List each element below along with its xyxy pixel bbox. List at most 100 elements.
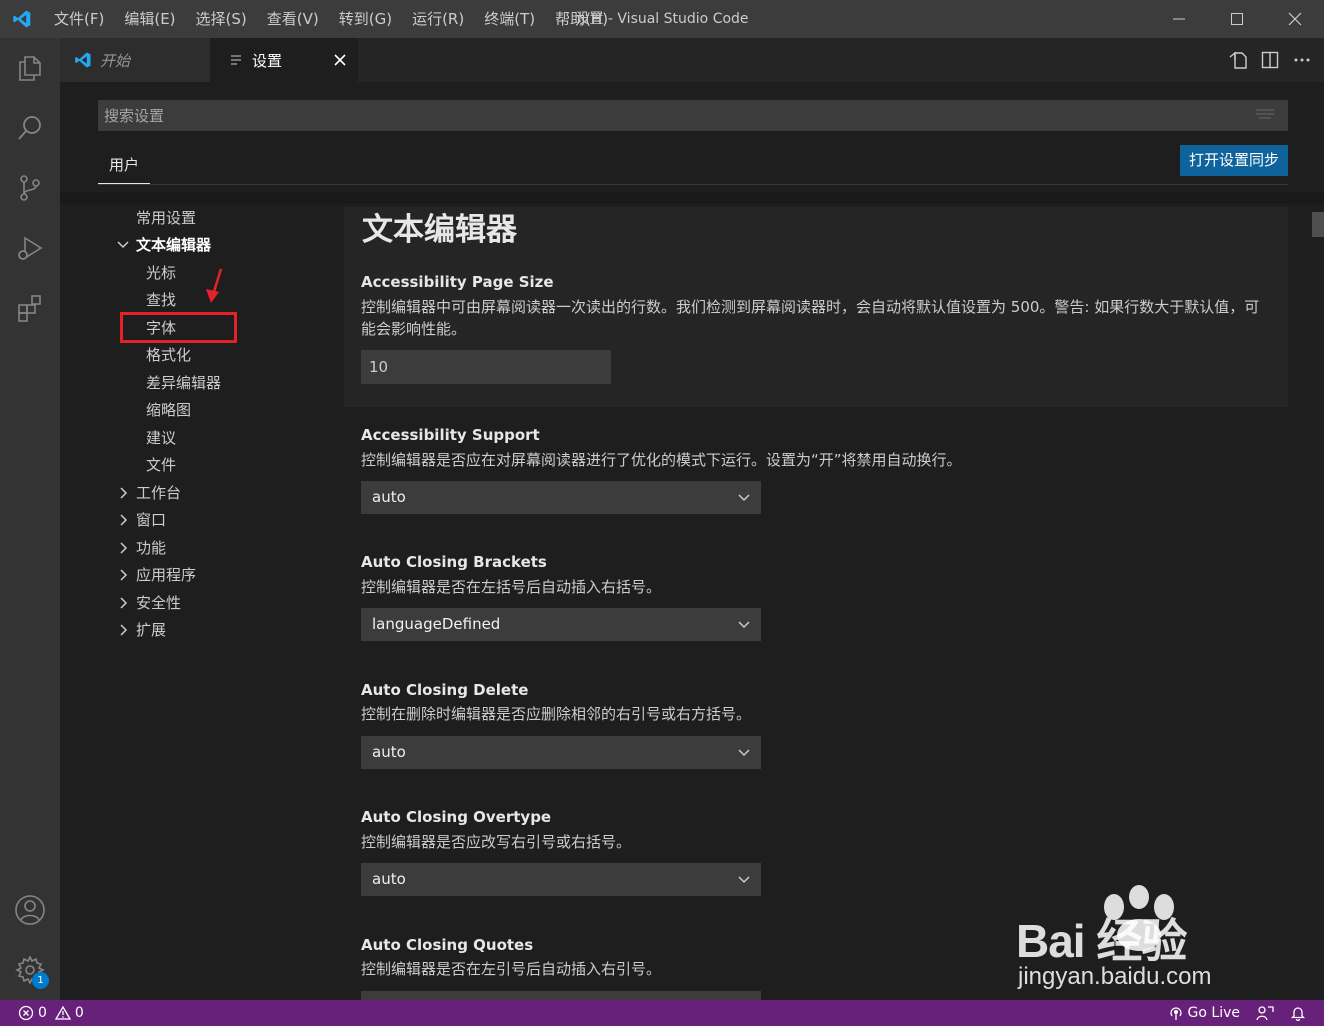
toc-cursor[interactable]: 光标 (146, 263, 176, 283)
auto-closing-overtype-select[interactable]: auto (361, 863, 761, 896)
setting-title: Accessibility Page Size (361, 273, 554, 291)
tab-settings[interactable]: 设置 (210, 38, 358, 82)
run-debug-icon[interactable] (0, 220, 60, 276)
chevron-right-icon[interactable] (116, 541, 130, 555)
go-live-label: Go Live (1187, 1005, 1240, 1021)
manage-badge: 1 (32, 972, 49, 989)
section-title: 文本编辑器 (362, 212, 517, 248)
menu-go[interactable]: 转到(G) (329, 0, 402, 38)
error-icon (18, 1005, 34, 1021)
open-settings-json-button[interactable] (1226, 48, 1250, 72)
menu-view[interactable]: 查看(V) (257, 0, 329, 38)
toc-application[interactable]: 应用程序 (136, 565, 196, 585)
tab-close-button[interactable] (330, 50, 350, 70)
settings-list-icon (231, 55, 241, 65)
accessibility-page-size-input[interactable]: 10 (361, 350, 611, 384)
toc-extensions[interactable]: 扩展 (136, 620, 166, 640)
settings-search-box[interactable] (98, 100, 1288, 131)
header-divider (98, 184, 1288, 185)
minimize-icon (1173, 18, 1185, 20)
menu-terminal[interactable]: 终端(T) (474, 0, 545, 38)
filter-list-icon[interactable] (1256, 108, 1274, 122)
toc-find[interactable]: 查找 (146, 290, 176, 310)
status-bar-right: Go Live (1168, 1000, 1306, 1026)
chevron-right-icon[interactable] (116, 486, 130, 500)
activity-bar (0, 38, 60, 1000)
toc-minimap[interactable]: 缩略图 (146, 400, 191, 420)
chevron-down-icon (738, 621, 750, 629)
settings-sync-button[interactable]: 打开设置同步 (1180, 145, 1288, 176)
minimize-button[interactable] (1150, 0, 1208, 38)
maximize-button[interactable] (1208, 0, 1266, 38)
menu-help[interactable]: 帮助(H) (545, 0, 618, 38)
split-editor-button[interactable] (1258, 48, 1282, 72)
maximize-icon (1231, 13, 1243, 25)
chevron-down-icon (738, 494, 750, 502)
toc-diff-editor[interactable]: 差异编辑器 (146, 373, 221, 393)
select-value: languageDefined (372, 615, 501, 633)
settings-search-input[interactable] (104, 106, 1204, 125)
menu-bar: 文件(F) 编辑(E) 选择(S) 查看(V) 转到(G) 运行(R) 终端(T… (44, 0, 618, 38)
open-json-icon (1229, 51, 1247, 69)
close-window-button[interactable] (1266, 0, 1324, 38)
toc-window[interactable]: 窗口 (136, 510, 166, 530)
chevron-down-icon (738, 749, 750, 757)
select-value: auto (372, 488, 406, 506)
menu-selection[interactable]: 选择(S) (186, 0, 257, 38)
chevron-right-icon[interactable] (116, 623, 130, 637)
toc-suggestions[interactable]: 建议 (146, 428, 176, 448)
tab-start[interactable]: 开始 (60, 38, 210, 82)
go-live-button[interactable]: Go Live (1168, 1005, 1240, 1021)
chevron-right-icon[interactable] (116, 568, 130, 582)
search-icon[interactable] (0, 100, 60, 156)
menu-file[interactable]: 文件(F) (44, 0, 114, 38)
tab-start-label: 开始 (100, 51, 131, 70)
chevron-right-icon[interactable] (116, 513, 130, 527)
menu-run[interactable]: 运行(R) (402, 0, 474, 38)
title-bar: 文件(F) 编辑(E) 选择(S) 查看(V) 转到(G) 运行(R) 终端(T… (0, 0, 1324, 38)
toc-security[interactable]: 安全性 (136, 593, 181, 613)
header-shadow (60, 192, 1324, 204)
setting-title: Auto Closing Brackets (361, 553, 547, 571)
source-control-icon[interactable] (0, 160, 60, 216)
chevron-down-icon (738, 876, 750, 884)
accessibility-support-select[interactable]: auto (361, 481, 761, 514)
setting-title: Auto Closing Overtype (361, 808, 552, 826)
problems-indicator[interactable]: 0 0 (18, 1000, 84, 1026)
setting-description: 控制在删除时编辑器是否应删除相邻的右引号或右方括号。 (361, 705, 752, 723)
scrollbar-thumb[interactable] (1312, 212, 1324, 237)
vscode-logo-icon (0, 0, 44, 38)
scope-tab-user[interactable]: 用户 (98, 148, 150, 184)
toc-text-editor[interactable]: 文本编辑器 (136, 235, 211, 255)
setting-description: 控制编辑器是否应改写右引号或右括号。 (361, 833, 632, 851)
broadcast-icon (1169, 1007, 1182, 1020)
setting-description: 控制编辑器中可由屏幕阅读器一次读出的行数。我们检测到屏幕阅读器时，会自动将默认值… (361, 298, 1260, 338)
baidu-jingyan-watermark: Bai 经验 jingyan.baidu.com (1016, 885, 1266, 995)
toc-formatting[interactable]: 格式化 (146, 345, 191, 365)
account-icon[interactable] (0, 882, 60, 938)
explorer-icon[interactable] (0, 40, 60, 96)
auto-closing-quotes-select[interactable] (361, 991, 761, 1000)
extensions-icon[interactable] (0, 280, 60, 336)
watermark-url: jingyan.baidu.com (1018, 963, 1212, 990)
auto-closing-brackets-select[interactable]: languageDefined (361, 608, 761, 641)
auto-closing-delete-select[interactable]: auto (361, 736, 761, 769)
toc-common[interactable]: 常用设置 (136, 208, 196, 228)
feedback-icon[interactable] (1256, 1004, 1274, 1022)
toc-features[interactable]: 功能 (136, 538, 166, 558)
manage-gear-icon[interactable] (0, 942, 60, 998)
window-controls (1150, 0, 1324, 38)
more-actions-button[interactable] (1290, 48, 1314, 72)
menu-edit[interactable]: 编辑(E) (114, 0, 185, 38)
vscode-tab-icon (75, 52, 91, 68)
chevron-right-icon[interactable] (116, 596, 130, 610)
chevron-down-icon[interactable] (116, 238, 130, 252)
toc-files[interactable]: 文件 (146, 455, 176, 475)
setting-description: 控制编辑器是否应在对屏幕阅读器进行了优化的模式下运行。设置为“开”将禁用自动换行… (361, 451, 962, 469)
split-editor-icon (1261, 51, 1279, 69)
select-value: auto (372, 870, 406, 888)
toc-workbench[interactable]: 工作台 (136, 483, 181, 503)
bell-icon[interactable] (1290, 1005, 1306, 1021)
watermark-brand: Bai 经验 (1016, 915, 1187, 967)
close-icon (1288, 12, 1302, 26)
